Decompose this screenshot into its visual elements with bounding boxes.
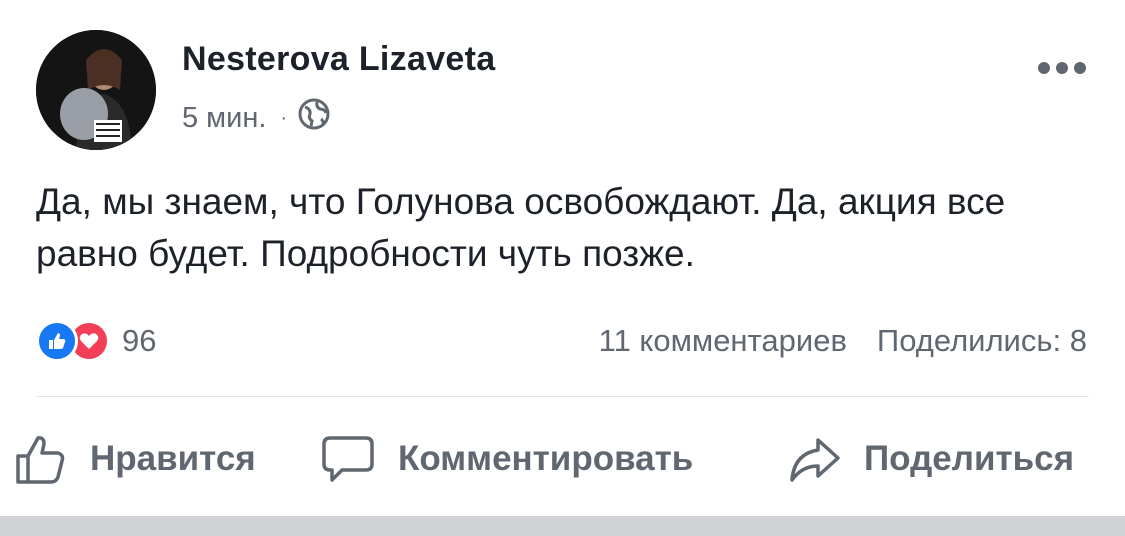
like-reaction-icon — [36, 320, 78, 362]
reactions-summary[interactable]: 96 — [36, 318, 156, 364]
comment-bubble-icon — [322, 436, 374, 482]
share-button[interactable]: Поделиться — [788, 426, 1074, 492]
like-button-label: Нравится — [90, 439, 256, 478]
action-bar: Нравится Комментировать Поделиться — [0, 426, 1125, 492]
share-arrow-icon — [790, 438, 840, 482]
comment-button-label: Комментировать — [398, 439, 694, 478]
feed-separator — [0, 516, 1125, 536]
avatar-image — [36, 30, 156, 150]
more-options-icon[interactable] — [1038, 62, 1086, 74]
comment-button[interactable]: Комментировать — [320, 426, 693, 492]
globe-icon — [297, 97, 331, 139]
divider — [36, 396, 1089, 397]
post-timestamp[interactable]: 5 мин. — [182, 102, 266, 135]
like-button[interactable]: Нравится — [14, 426, 256, 492]
author-name[interactable]: Nesterova Lizaveta — [182, 40, 495, 79]
post-text: Да, мы знаем, что Голунова освобождают. … — [36, 181, 1006, 274]
post-card: Nesterova Lizaveta 5 мин. · Да, мы знаем… — [0, 0, 1125, 516]
avatar[interactable] — [36, 30, 156, 150]
comments-count-link[interactable]: 11 комментариев — [599, 323, 847, 359]
post-meta: 5 мин. · — [182, 98, 331, 138]
post-stats: 11 комментариев Поделились: 8 — [599, 318, 1087, 364]
shares-count-link[interactable]: Поделились: 8 — [877, 323, 1087, 359]
thumbs-up-icon — [16, 436, 65, 484]
meta-separator: · — [280, 106, 288, 129]
reaction-count: 96 — [122, 323, 157, 358]
share-button-label: Поделиться — [864, 439, 1075, 478]
